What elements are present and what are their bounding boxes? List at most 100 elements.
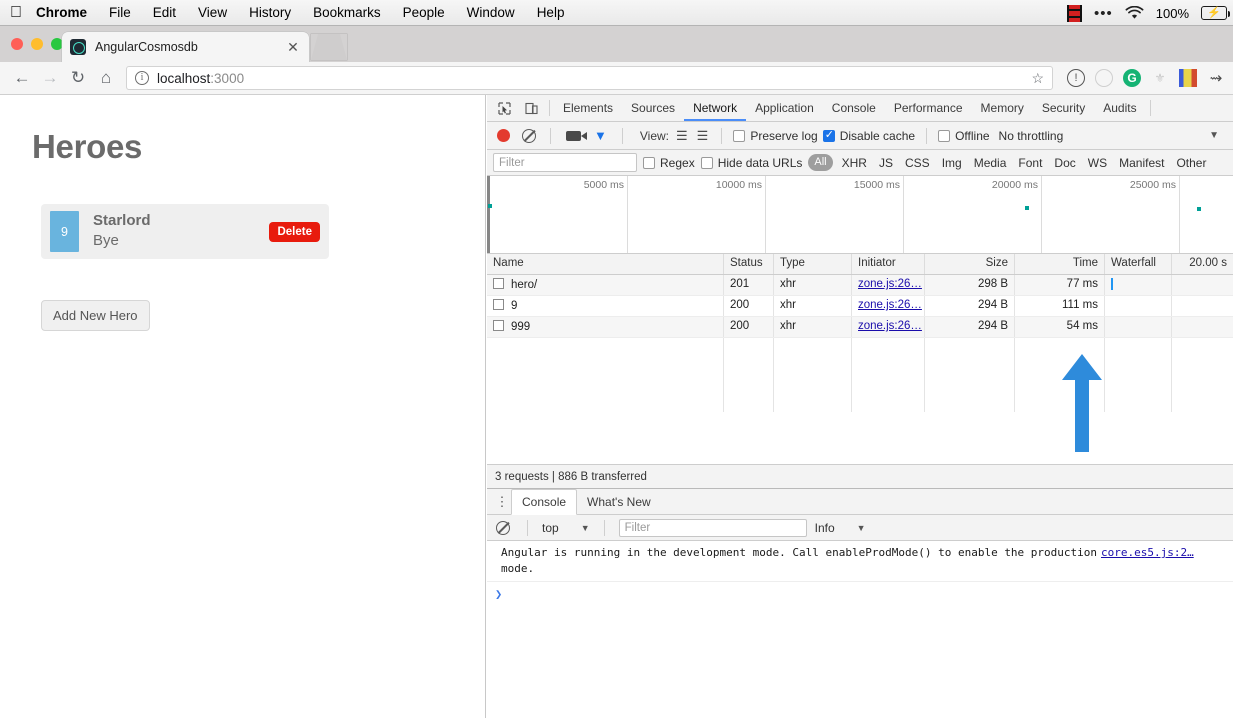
menu-item-bookmarks[interactable]: Bookmarks bbox=[313, 5, 381, 20]
list-view-icon[interactable]: ☰ bbox=[676, 128, 688, 144]
back-arrow-icon[interactable]: ← bbox=[8, 64, 36, 92]
reload-icon[interactable]: ↻ bbox=[64, 64, 92, 92]
tab-sources[interactable]: Sources bbox=[622, 95, 684, 121]
waterfall-view-icon[interactable]: ☰ bbox=[697, 128, 709, 144]
type-filter-ws[interactable]: WS bbox=[1085, 155, 1110, 171]
menu-item-help[interactable]: Help bbox=[537, 5, 565, 20]
tab-performance[interactable]: Performance bbox=[885, 95, 972, 121]
menu-item-history[interactable]: History bbox=[249, 5, 291, 20]
type-filter-js[interactable]: JS bbox=[876, 155, 896, 171]
table-row[interactable]: 9 200 xhr zone.js:26… 294 B 111 ms bbox=[487, 296, 1233, 317]
filter-icon[interactable]: ▼ bbox=[594, 128, 607, 143]
tab-network[interactable]: Network bbox=[684, 95, 746, 121]
row-checkbox[interactable] bbox=[493, 278, 504, 289]
initiator-link[interactable]: zone.js:26… bbox=[858, 278, 922, 290]
info-icon[interactable]: i bbox=[135, 71, 149, 85]
chevron-down-icon[interactable]: ▼ bbox=[1209, 130, 1219, 141]
extension-faded-icon[interactable] bbox=[1095, 69, 1113, 87]
add-new-hero-button[interactable]: Add New Hero bbox=[41, 300, 150, 331]
row-name-cell[interactable]: 9 bbox=[487, 296, 724, 316]
tab-application[interactable]: Application bbox=[746, 95, 823, 121]
throttling-select[interactable]: No throttling bbox=[999, 129, 1064, 143]
ellipsis-icon[interactable]: ••• bbox=[1094, 5, 1113, 22]
column-header-initiator[interactable]: Initiator bbox=[852, 254, 925, 274]
column-header-status[interactable]: Status bbox=[724, 254, 774, 274]
type-filter-all[interactable]: All bbox=[808, 154, 832, 171]
new-tab-button[interactable] bbox=[311, 34, 347, 60]
clear-icon[interactable] bbox=[522, 129, 536, 143]
extension-grammarly-icon[interactable]: G bbox=[1123, 69, 1141, 87]
wifi-icon[interactable] bbox=[1125, 6, 1144, 20]
more-options-icon[interactable]: ⋮ bbox=[493, 489, 511, 514]
close-window-button[interactable] bbox=[11, 38, 23, 50]
console-level-select[interactable]: Info ▼ bbox=[815, 521, 866, 535]
table-row[interactable]: hero/ 201 xhr zone.js:26… 298 B 77 ms bbox=[487, 275, 1233, 296]
home-icon[interactable]: ⌂ bbox=[92, 64, 120, 92]
type-filter-font[interactable]: Font bbox=[1015, 155, 1045, 171]
disable-cache-checkbox[interactable]: Disable cache bbox=[823, 129, 915, 143]
forward-arrow-icon[interactable]: → bbox=[36, 64, 64, 92]
regex-checkbox[interactable]: Regex bbox=[643, 156, 695, 170]
tab-elements[interactable]: Elements bbox=[554, 95, 622, 121]
table-row[interactable]: 999 200 xhr zone.js:26… 294 B 54 ms bbox=[487, 317, 1233, 338]
row-initiator[interactable]: zone.js:26… bbox=[852, 275, 925, 295]
extension-circle-icon[interactable]: ! bbox=[1067, 69, 1085, 87]
address-bar[interactable]: i localhost:3000 ☆ bbox=[126, 66, 1053, 90]
row-checkbox[interactable] bbox=[493, 299, 504, 310]
tab-memory[interactable]: Memory bbox=[972, 95, 1033, 121]
extension-menu-icon[interactable]: ⇝ bbox=[1207, 69, 1225, 87]
star-icon[interactable]: ☆ bbox=[1031, 70, 1044, 87]
preserve-log-checkbox[interactable]: Preserve log bbox=[733, 129, 817, 143]
hero-list-item[interactable]: 9 Starlord Bye Delete bbox=[41, 204, 329, 259]
delete-hero-button[interactable]: Delete bbox=[269, 222, 320, 242]
offline-checkbox[interactable]: Offline bbox=[938, 129, 989, 143]
row-name-cell[interactable]: 999 bbox=[487, 317, 724, 337]
row-checkbox[interactable] bbox=[493, 320, 504, 331]
initiator-link[interactable]: zone.js:26… bbox=[858, 320, 922, 332]
record-button[interactable] bbox=[497, 129, 510, 142]
row-initiator[interactable]: zone.js:26… bbox=[852, 317, 925, 337]
apple-logo-icon[interactable]:  bbox=[10, 5, 22, 21]
menu-item-people[interactable]: People bbox=[403, 5, 445, 20]
browser-tab[interactable]: AngularCosmosdb ✕ bbox=[62, 32, 309, 62]
column-header-name[interactable]: Name bbox=[487, 254, 724, 274]
type-filter-manifest[interactable]: Manifest bbox=[1116, 155, 1167, 171]
console-input-prompt[interactable]: ❯ bbox=[487, 582, 1233, 601]
battery-charging-icon[interactable]: ⚡ bbox=[1201, 6, 1227, 20]
extension-faint-icon[interactable]: ⚜ bbox=[1151, 69, 1169, 87]
type-filter-css[interactable]: CSS bbox=[902, 155, 933, 171]
menu-item-view[interactable]: View bbox=[198, 5, 227, 20]
type-filter-media[interactable]: Media bbox=[971, 155, 1010, 171]
menu-item-window[interactable]: Window bbox=[467, 5, 515, 20]
type-filter-img[interactable]: Img bbox=[939, 155, 965, 171]
menu-item-file[interactable]: File bbox=[109, 5, 131, 20]
console-filter-input[interactable] bbox=[619, 519, 807, 537]
type-filter-other[interactable]: Other bbox=[1173, 155, 1209, 171]
minimize-window-button[interactable] bbox=[31, 38, 43, 50]
network-filter-input[interactable] bbox=[493, 153, 637, 172]
tab-security[interactable]: Security bbox=[1033, 95, 1094, 121]
tab-console[interactable]: Console bbox=[823, 95, 885, 121]
menu-item-edit[interactable]: Edit bbox=[153, 5, 176, 20]
menu-item-chrome[interactable]: Chrome bbox=[36, 5, 87, 20]
console-context-select[interactable]: top ▼ bbox=[542, 521, 590, 535]
tab-audits[interactable]: Audits bbox=[1094, 95, 1145, 121]
close-tab-icon[interactable]: ✕ bbox=[285, 39, 301, 56]
device-toolbar-icon[interactable] bbox=[518, 95, 545, 121]
hide-data-urls-checkbox[interactable]: Hide data URLs bbox=[701, 156, 803, 170]
screen-record-icon[interactable] bbox=[1067, 5, 1082, 22]
console-message-source-link[interactable]: core.es5.js:2… bbox=[1101, 545, 1194, 577]
drawer-tab-console[interactable]: Console bbox=[511, 489, 577, 515]
column-header-waterfall[interactable]: Waterfall bbox=[1105, 254, 1172, 274]
column-header-size[interactable]: Size bbox=[925, 254, 1015, 274]
drawer-tab-whats-new[interactable]: What's New bbox=[577, 489, 661, 514]
column-header-time[interactable]: Time bbox=[1015, 254, 1105, 274]
type-filter-doc[interactable]: Doc bbox=[1051, 155, 1078, 171]
extension-color-icon[interactable] bbox=[1179, 69, 1197, 87]
column-header-type[interactable]: Type bbox=[774, 254, 852, 274]
row-initiator[interactable]: zone.js:26… bbox=[852, 296, 925, 316]
row-name-cell[interactable]: hero/ bbox=[487, 275, 724, 295]
inspect-element-icon[interactable] bbox=[491, 95, 518, 121]
clear-console-icon[interactable] bbox=[496, 521, 510, 535]
type-filter-xhr[interactable]: XHR bbox=[839, 155, 870, 171]
